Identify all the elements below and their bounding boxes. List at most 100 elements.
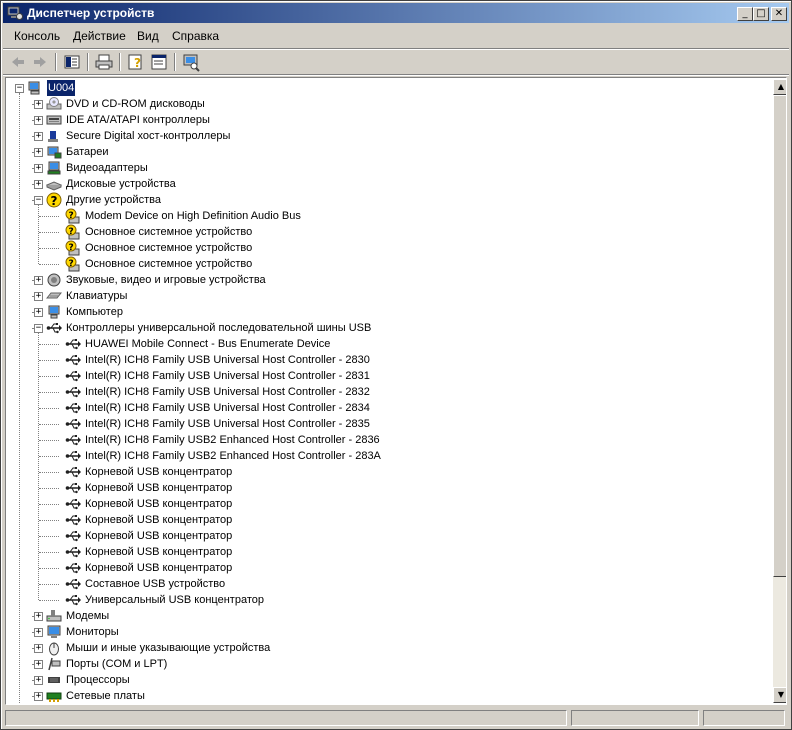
window-title: Диспетчер устройств	[27, 6, 155, 20]
expand-icon[interactable]: +	[34, 644, 43, 653]
tree-item-label: DVD и CD-ROM дисководы	[66, 98, 205, 110]
expand-icon[interactable]: +	[34, 292, 43, 301]
collapse-icon[interactable]: −	[15, 84, 24, 93]
menu-view[interactable]: Вид	[137, 29, 159, 43]
tree-item-label: Батареи	[66, 146, 109, 158]
warning-device-icon: ?	[65, 240, 81, 256]
scan-hardware-icon[interactable]	[180, 52, 202, 72]
toolbar-separator	[119, 53, 121, 71]
tree-item-label: Сетевые платы	[66, 690, 145, 702]
properties-icon[interactable]	[148, 52, 170, 72]
expand-icon[interactable]: +	[34, 628, 43, 637]
tree-trunk-line	[19, 93, 20, 703]
expand-icon[interactable]: +	[34, 180, 43, 189]
vertical-scrollbar[interactable]: ▲ ▼	[773, 79, 786, 703]
tree-connector	[39, 376, 59, 377]
svg-text:?: ?	[69, 227, 74, 237]
tree-connector	[39, 424, 59, 425]
show-hide-tree-icon[interactable]	[61, 52, 83, 72]
warning-device-icon: ?	[65, 256, 81, 272]
tree-item-label: Корневой USB концентратор	[85, 466, 233, 478]
menu-bar: Консоль Действие Вид Справка	[3, 25, 789, 47]
expand-icon[interactable]: +	[34, 660, 43, 669]
dvd-drive-icon	[46, 96, 62, 112]
tree-branch-line	[38, 205, 39, 264]
collapse-icon[interactable]: −	[34, 324, 43, 333]
usb-icon	[65, 576, 81, 592]
minimize-button[interactable]: _	[737, 7, 753, 21]
tree-connector	[39, 504, 59, 505]
expand-icon[interactable]: +	[34, 276, 43, 285]
usb-icon	[65, 432, 81, 448]
computer-icon	[46, 304, 62, 320]
svg-text:?: ?	[69, 211, 74, 221]
forward-arrow-icon[interactable]	[29, 52, 51, 72]
scroll-down-button[interactable]: ▼	[773, 687, 786, 703]
tree-item-label: Компьютер	[66, 306, 123, 318]
warning-device-icon: ?	[65, 208, 81, 224]
usb-icon	[65, 336, 81, 352]
back-arrow-icon[interactable]	[7, 52, 29, 72]
tree-connector	[39, 344, 59, 345]
tree-connector	[39, 536, 59, 537]
toolbar-separator	[174, 53, 176, 71]
status-pane-2	[571, 710, 699, 726]
modem-icon	[46, 608, 62, 624]
tree-connector	[39, 456, 59, 457]
sound-icon	[46, 272, 62, 288]
tree-item-label: Универсальный USB концентратор	[85, 594, 264, 606]
tree-item-label: Intel(R) ICH8 Family USB Universal Host …	[85, 402, 370, 414]
tree-item-label: Modem Device on High Definition Audio Bu…	[85, 210, 301, 222]
mouse-icon	[46, 640, 62, 656]
tree-connector	[39, 472, 59, 473]
toolbar-separator	[55, 53, 57, 71]
expand-icon[interactable]: +	[34, 148, 43, 157]
tree-item-label: Порты (COM и LPT)	[66, 658, 168, 670]
tree-item-label: Intel(R) ICH8 Family USB2 Enhanced Host …	[85, 450, 381, 462]
menu-action[interactable]: Действие	[73, 29, 126, 43]
expand-icon[interactable]: +	[34, 132, 43, 141]
expand-icon[interactable]: +	[34, 164, 43, 173]
toolbar-separator	[87, 53, 89, 71]
usb-icon	[65, 528, 81, 544]
tree-connector	[39, 216, 59, 217]
title-bar[interactable]: Диспетчер устройств _ □ ✕	[3, 3, 789, 23]
properties-help-icon[interactable]: ?	[125, 52, 147, 72]
expand-icon[interactable]: +	[34, 308, 43, 317]
tree-item-label: Основное системное устройство	[85, 226, 253, 238]
scroll-up-button[interactable]: ▲	[773, 79, 786, 95]
tree-branch-line	[38, 333, 39, 600]
usb-icon	[65, 496, 81, 512]
menu-help[interactable]: Справка	[172, 29, 219, 43]
usb-icon	[65, 384, 81, 400]
sd-controller-icon	[46, 128, 62, 144]
usb-icon	[65, 560, 81, 576]
device-manager-window: Диспетчер устройств _ □ ✕ Консоль Действ…	[0, 0, 792, 730]
tree-connector	[39, 232, 59, 233]
tree-item-label: Процессоры	[66, 674, 130, 686]
maximize-button[interactable]: □	[753, 7, 769, 21]
device-tree[interactable]: − U004 DVD и CD-ROM дисководы + IDE ATA/ATAP…	[7, 79, 771, 703]
collapse-icon[interactable]: −	[34, 196, 43, 205]
usb-icon	[65, 480, 81, 496]
usb-icon	[46, 320, 62, 336]
tree-connector	[39, 392, 59, 393]
tree-item-label: Мониторы	[66, 626, 119, 638]
expand-icon[interactable]: +	[34, 100, 43, 109]
tree-connector	[39, 520, 59, 521]
expand-icon[interactable]: +	[34, 676, 43, 685]
tree-connector	[39, 552, 59, 553]
expand-icon[interactable]: +	[34, 692, 43, 701]
expand-icon[interactable]: +	[34, 612, 43, 621]
expand-icon[interactable]: +	[34, 116, 43, 125]
tree-item-label: Корневой USB концентратор	[85, 562, 233, 574]
close-button[interactable]: ✕	[771, 7, 787, 21]
menu-console[interactable]: Консоль	[14, 29, 60, 43]
tree-item-label: Клавиатуры	[66, 290, 128, 302]
tree-item-label: Intel(R) ICH8 Family USB Universal Host …	[85, 386, 370, 398]
tree-item-label: Контроллеры универсальной последовательн…	[66, 322, 372, 334]
toolbar-bottom-separator	[3, 74, 789, 76]
scroll-thumb[interactable]	[773, 95, 786, 577]
tree-root-label: U004	[47, 80, 76, 96]
print-icon[interactable]	[93, 52, 115, 72]
